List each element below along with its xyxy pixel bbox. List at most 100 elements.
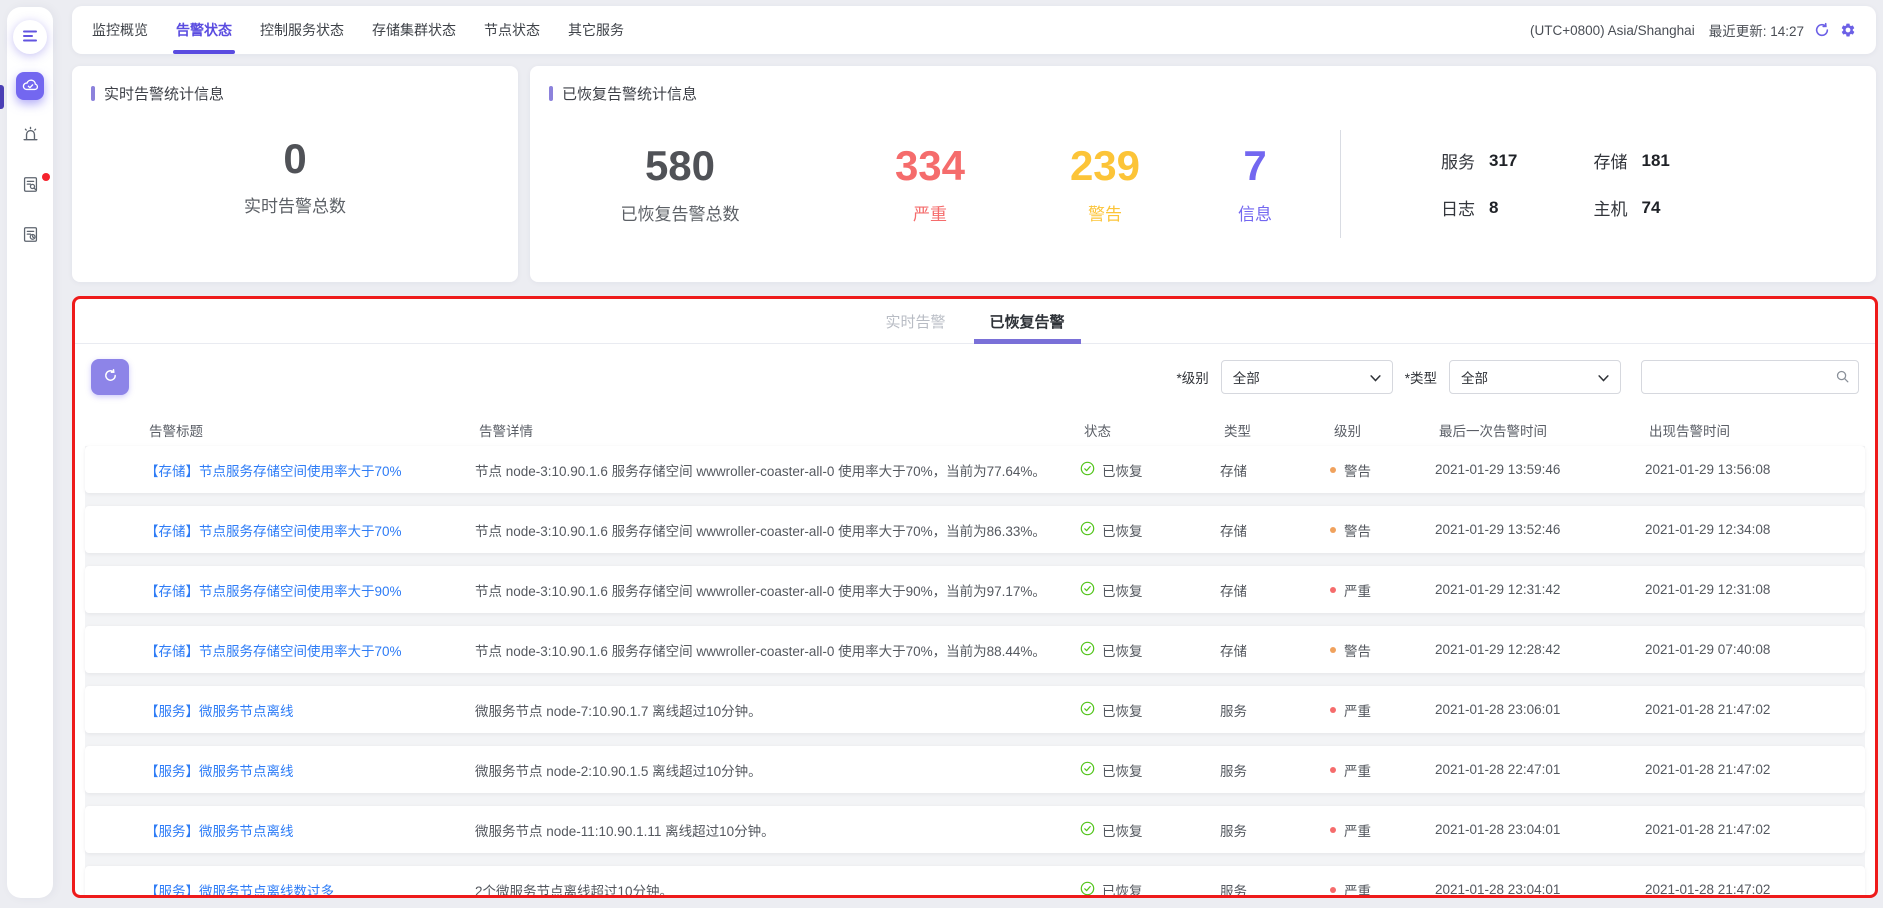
realtime-card-title-text: 实时告警统计信息 bbox=[104, 83, 224, 104]
alert-title-link[interactable]: 【存储】节点服务存储空间使用率大于70% bbox=[145, 644, 402, 659]
realtime-total-label: 实时告警总数 bbox=[244, 192, 346, 217]
tab-recovered-alerts[interactable]: 已恢复告警 bbox=[990, 311, 1065, 343]
nav-tab-2[interactable]: 控制服务状态 bbox=[260, 16, 344, 44]
check-circle-icon bbox=[1080, 581, 1095, 599]
top-header-bar: 监控概览告警状态控制服务状态存储集群状态节点状态其它服务 (UTC+0800) … bbox=[72, 6, 1876, 54]
check-circle-icon bbox=[1080, 641, 1095, 659]
alert-title-link[interactable]: 【存储】节点服务存储空间使用率大于90% bbox=[145, 584, 402, 599]
level-text: 警告 bbox=[1344, 520, 1371, 540]
nav-tab-0[interactable]: 监控概览 bbox=[92, 16, 148, 44]
alert-first-time: 2021-01-28 21:47:02 bbox=[1645, 822, 1865, 837]
chevron-down-icon bbox=[1370, 370, 1381, 385]
alert-detail: 节点 node-3:10.90.1.6 服务存储空间 wwwroller-coa… bbox=[475, 580, 1080, 600]
type-breakdown: 服务317 存储181 日志8 主机74 bbox=[1351, 148, 1876, 220]
sidebar-item-alert-monitor[interactable] bbox=[16, 72, 44, 100]
alert-title-link[interactable]: 【服务】微服务节点离线数过多 bbox=[145, 884, 334, 899]
alert-title-link[interactable]: 【服务】微服务节点离线 bbox=[145, 704, 294, 719]
refresh-icon bbox=[103, 368, 118, 386]
nav-tab-4[interactable]: 节点状态 bbox=[484, 16, 540, 44]
search-input[interactable] bbox=[1641, 360, 1859, 394]
alert-level: 严重 bbox=[1330, 760, 1435, 780]
alert-type: 服务 bbox=[1220, 700, 1330, 720]
level-text: 警告 bbox=[1344, 460, 1371, 480]
table-row: 【服务】微服务节点离线 微服务节点 node-2:10.90.1.5 离线超过1… bbox=[85, 746, 1865, 793]
level-select[interactable]: 全部 bbox=[1221, 360, 1393, 394]
menu-button[interactable] bbox=[13, 20, 47, 54]
title-accent-bar bbox=[91, 86, 95, 101]
check-circle-icon bbox=[1080, 701, 1095, 719]
recovered-stats-card: 已恢复告警统计信息 580 已恢复告警总数 334 严重 239 警告 7 信息… bbox=[530, 66, 1876, 282]
panel-tabs: 实时告警 已恢复告警 bbox=[75, 299, 1875, 344]
alert-last-time: 2021-01-29 12:31:42 bbox=[1435, 582, 1645, 597]
alert-title-link[interactable]: 【服务】微服务节点离线 bbox=[145, 764, 294, 779]
stat-recovered-total: 580 已恢复告警总数 bbox=[530, 143, 830, 224]
recovered-card-title-text: 已恢复告警统计信息 bbox=[562, 83, 697, 104]
stat-critical: 334 严重 bbox=[830, 143, 1030, 224]
check-circle-icon bbox=[1080, 821, 1095, 839]
card-title: 实时告警统计信息 bbox=[72, 66, 518, 104]
alert-last-time: 2021-01-29 13:59:46 bbox=[1435, 462, 1645, 477]
type-select[interactable]: 全部 bbox=[1449, 360, 1621, 394]
document-clock-icon bbox=[21, 225, 40, 247]
alert-detail: 微服务节点 node-2:10.90.1.5 离线超过10分钟。 bbox=[475, 760, 1080, 780]
check-circle-icon bbox=[1080, 521, 1095, 539]
alert-first-time: 2021-01-28 21:47:02 bbox=[1645, 762, 1865, 777]
sidebar-item-alert-query[interactable] bbox=[16, 172, 44, 200]
level-dot bbox=[1330, 767, 1336, 773]
alert-detail: 2个微服务节点离线超过10分钟。 bbox=[475, 880, 1080, 899]
stat-label: 已恢复告警总数 bbox=[621, 200, 740, 225]
nav-tab-5[interactable]: 其它服务 bbox=[568, 16, 624, 44]
stat-value: 580 bbox=[645, 143, 715, 189]
table-row: 【存储】节点服务存储空间使用率大于90% 节点 node-3:10.90.1.6… bbox=[85, 566, 1865, 613]
stat-label: 严重 bbox=[913, 200, 947, 225]
nav-tab-3[interactable]: 存储集群状态 bbox=[372, 16, 456, 44]
refresh-icon[interactable] bbox=[1814, 22, 1830, 38]
status-text: 已恢复 bbox=[1102, 820, 1143, 840]
stat-info: 7 信息 bbox=[1180, 143, 1330, 224]
breakdown-service: 服务317 bbox=[1441, 148, 1594, 173]
search-icon[interactable] bbox=[1835, 369, 1850, 387]
level-dot bbox=[1330, 527, 1336, 533]
status-text: 已恢复 bbox=[1102, 580, 1143, 600]
alert-level: 严重 bbox=[1330, 820, 1435, 840]
level-select-value: 全部 bbox=[1233, 367, 1260, 387]
nav-tab-1[interactable]: 告警状态 bbox=[176, 16, 232, 44]
level-filter-label: *级别 bbox=[1176, 367, 1208, 387]
col-type: 类型 bbox=[1224, 420, 1334, 440]
alert-title-link[interactable]: 【存储】节点服务存储空间使用率大于70% bbox=[145, 524, 402, 539]
alert-status: 已恢复 bbox=[1080, 580, 1220, 600]
col-alert-detail: 告警详情 bbox=[479, 420, 1084, 440]
level-text: 严重 bbox=[1344, 760, 1371, 780]
alert-level: 警告 bbox=[1330, 640, 1435, 660]
tab-realtime-alerts[interactable]: 实时告警 bbox=[885, 311, 945, 343]
alert-type: 服务 bbox=[1220, 820, 1330, 840]
table-refresh-button[interactable] bbox=[91, 359, 129, 395]
alert-first-time: 2021-01-29 12:31:08 bbox=[1645, 582, 1865, 597]
table-header: 告警标题 告警详情 状态 类型 级别 最后一次告警时间 出现告警时间 bbox=[89, 416, 1861, 444]
level-dot bbox=[1330, 467, 1336, 473]
siren-icon bbox=[21, 125, 40, 147]
table-row: 【服务】微服务节点离线 微服务节点 node-11:10.90.1.11 离线超… bbox=[85, 806, 1865, 853]
alert-title-link[interactable]: 【服务】微服务节点离线 bbox=[145, 824, 294, 839]
alert-last-time: 2021-01-28 23:04:01 bbox=[1435, 822, 1645, 837]
alert-detail: 节点 node-3:10.90.1.6 服务存储空间 wwwroller-coa… bbox=[475, 460, 1080, 480]
alert-level: 警告 bbox=[1330, 520, 1435, 540]
alert-status: 已恢复 bbox=[1080, 820, 1220, 840]
sidebar-item-alarm[interactable] bbox=[16, 122, 44, 150]
breakdown-storage: 存储181 bbox=[1594, 148, 1747, 173]
sidebar-item-alert-history[interactable] bbox=[16, 222, 44, 250]
level-text: 严重 bbox=[1344, 700, 1371, 720]
level-dot bbox=[1330, 707, 1336, 713]
alert-type: 服务 bbox=[1220, 760, 1330, 780]
level-dot bbox=[1330, 887, 1336, 893]
col-first-time: 出现告警时间 bbox=[1649, 420, 1861, 440]
alert-title-link[interactable]: 【存储】节点服务存储空间使用率大于70% bbox=[145, 464, 402, 479]
level-dot bbox=[1330, 647, 1336, 653]
gear-icon[interactable] bbox=[1840, 22, 1856, 38]
alert-first-time: 2021-01-29 12:34:08 bbox=[1645, 522, 1865, 537]
alert-type: 存储 bbox=[1220, 460, 1330, 480]
col-status: 状态 bbox=[1084, 420, 1224, 440]
table-filters: *级别 全部 *类型 全部 bbox=[1176, 360, 1859, 394]
alert-last-time: 2021-01-28 23:06:01 bbox=[1435, 702, 1645, 717]
breakdown-log: 日志8 bbox=[1441, 195, 1594, 220]
